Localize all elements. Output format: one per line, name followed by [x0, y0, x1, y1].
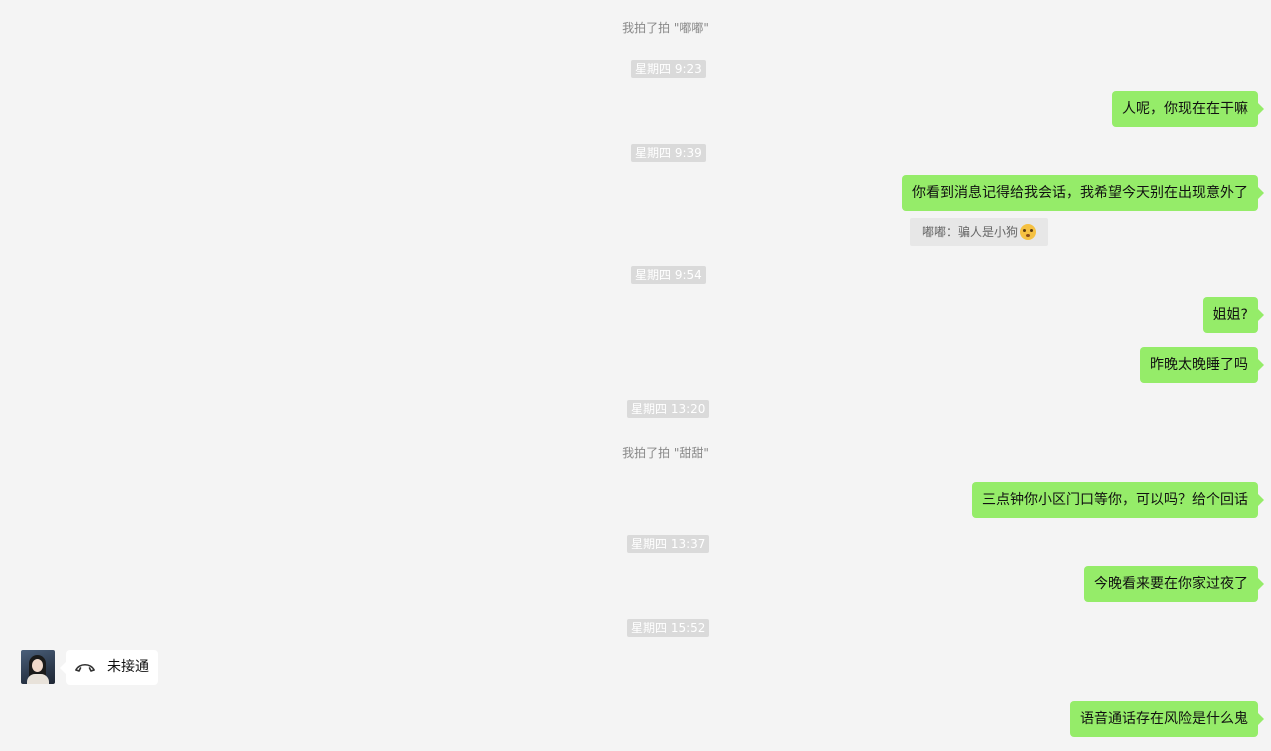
timestamp: 星期四 15:52: [627, 619, 710, 637]
call-status-label: 未接通: [107, 659, 149, 675]
timestamp: 星期四 9:23: [631, 60, 706, 78]
timestamp: 星期四 9:54: [631, 266, 706, 284]
quoted-reply-text: 嘟嘟：骗人是小狗: [922, 225, 1019, 239]
sent-message-bubble[interactable]: 姐姐?: [1202, 297, 1265, 333]
timestamp: 星期四 13:37: [627, 535, 710, 553]
sent-message-bubble[interactable]: 今晚看来要在你家过夜了: [1084, 566, 1264, 602]
system-pat-message: 我拍了拍 "嘟嘟": [622, 21, 709, 35]
phone-hangup-icon: [75, 663, 95, 672]
flushed-face-icon: [1020, 224, 1037, 240]
sent-message-bubble[interactable]: 你看到消息记得给我会话，我希望今天别在出现意外了: [902, 175, 1264, 211]
timestamp: 星期四 13:20: [627, 400, 710, 418]
timestamp: 星期四 9:39: [631, 144, 706, 162]
sent-message-bubble[interactable]: 人呢，你现在在干嘛: [1112, 91, 1264, 127]
quoted-reply[interactable]: 嘟嘟：骗人是小狗: [910, 218, 1049, 246]
missed-call-message[interactable]: 未接通: [60, 650, 158, 685]
avatar[interactable]: [21, 650, 55, 684]
sent-message-bubble[interactable]: 语音通话存在风险是什么鬼: [1070, 701, 1264, 737]
system-pat-message: 我拍了拍 "甜甜": [622, 446, 709, 460]
sent-message-bubble[interactable]: 昨晚太晚睡了吗: [1140, 347, 1264, 383]
sent-message-bubble[interactable]: 三点钟你小区门口等你，可以吗？给个回话: [972, 482, 1264, 518]
